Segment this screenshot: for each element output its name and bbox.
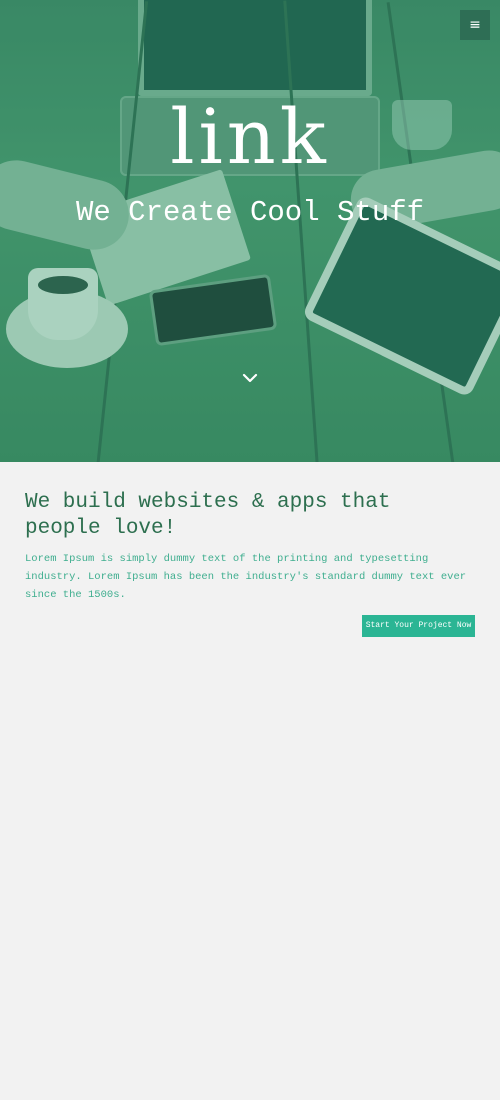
hamburger-menu-icon[interactable]: ≡ (460, 10, 490, 40)
chevron-down-icon (242, 373, 258, 383)
chevron-down-icon[interactable] (240, 368, 260, 388)
intro-paragraph: Lorem Ipsum is simply dummy text of the … (25, 553, 467, 601)
hero-tagline: We Create Cool Stuff (75, 196, 425, 229)
site-title: link (170, 92, 330, 181)
intro-headline: We build websites & apps that people lov… (25, 491, 391, 540)
hero-section: ≡ link We Create Cool Stuff (0, 0, 500, 462)
hero-color-overlay (0, 0, 500, 462)
intro-section: We build websites & apps that people lov… (25, 490, 477, 604)
start-project-button[interactable]: Start Your Project Now (362, 615, 475, 637)
